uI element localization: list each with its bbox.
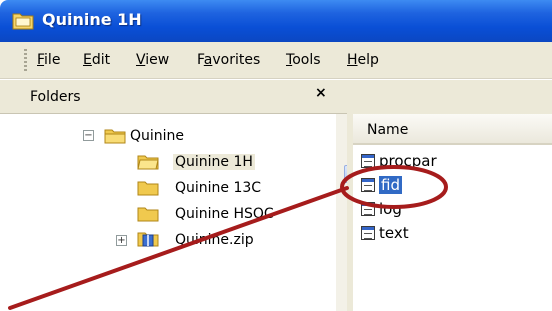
folder-icon	[137, 181, 159, 196]
menu-tools[interactable]: Tools	[286, 52, 321, 68]
tree-item-label: Quinine.zip	[175, 232, 254, 248]
expand-icon[interactable]: +	[116, 235, 127, 246]
folder-icon	[137, 207, 159, 222]
window-title: Quinine 1H	[42, 10, 142, 29]
files-toolbar-space	[353, 80, 552, 114]
file-name: log	[379, 200, 402, 218]
folder-window-icon	[12, 13, 34, 30]
tree-item-quinine-13c[interactable]: Quinine 13C	[137, 177, 287, 201]
file-name: text	[379, 224, 409, 242]
folder-tree: − Quinine Quinine 1H Quinine 13C Quinine…	[0, 114, 336, 311]
zip-folder-icon	[137, 232, 159, 247]
menu-file[interactable]: File	[37, 52, 60, 68]
menu-edit[interactable]: Edit	[83, 52, 110, 68]
folders-scrollbar[interactable]	[336, 114, 347, 311]
tree-item-quinine-1h[interactable]: Quinine 1H	[137, 151, 287, 175]
folder-open-icon	[104, 129, 126, 144]
tree-item-label: Quinine	[130, 128, 185, 144]
column-header-name[interactable]: Name	[353, 114, 552, 145]
tree-item-quinine[interactable]: − Quinine	[80, 125, 280, 149]
file-icon	[361, 202, 375, 216]
folders-pane: Folders × − Quinine Quinine 1H Quinine 1…	[0, 80, 347, 311]
menu-help[interactable]: Help	[347, 52, 379, 68]
tree-item-label: Quinine 1H	[173, 154, 255, 170]
file-icon	[361, 154, 375, 168]
title-bar[interactable]: Quinine 1H	[0, 0, 552, 42]
file-icon	[361, 226, 375, 240]
folders-header: Folders ×	[0, 80, 347, 114]
menu-view[interactable]: View	[136, 52, 169, 68]
column-header-label: Name	[367, 122, 409, 138]
menu-bar: File Edit View Favorites Tools Help	[0, 42, 552, 79]
tree-item-quinine-hsqc[interactable]: Quinine HSQC	[137, 203, 297, 227]
folder-open-icon	[137, 155, 159, 170]
file-name: fid	[379, 176, 402, 194]
files-pane: Name procpar fid log text	[353, 80, 552, 311]
tree-item-label: Quinine 13C	[175, 180, 262, 196]
tree-item-quinine-zip[interactable]: + Quinine.zip	[112, 229, 292, 253]
menu-favorites[interactable]: Favorites	[197, 52, 260, 68]
folders-title: Folders	[30, 89, 81, 105]
collapse-icon[interactable]: −	[83, 130, 94, 141]
menu-grip	[24, 49, 27, 73]
file-name: procpar	[379, 152, 437, 170]
tree-item-label: Quinine HSQC	[175, 206, 274, 222]
file-icon	[361, 178, 375, 192]
close-icon[interactable]: ×	[315, 85, 327, 101]
